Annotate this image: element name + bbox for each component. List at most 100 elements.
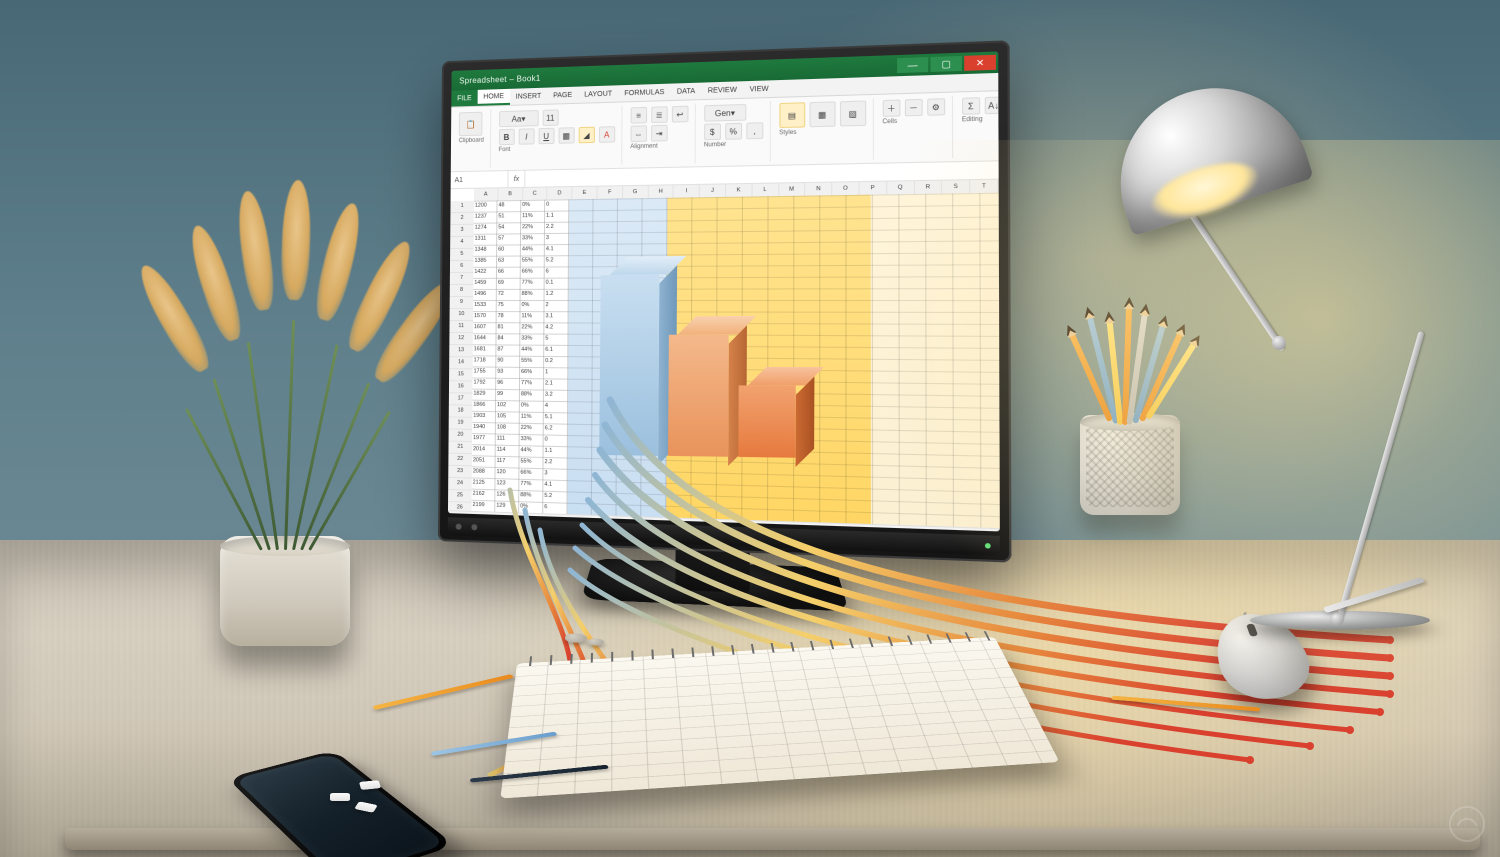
cell[interactable]: 117 (496, 456, 520, 468)
cell[interactable]: 88% (521, 289, 545, 300)
percent-icon[interactable]: % (725, 123, 742, 140)
ribbon-tab-formulas[interactable]: FORMULAS (618, 84, 670, 102)
cell[interactable]: 3.2 (544, 390, 568, 402)
italic-icon[interactable]: I (518, 128, 534, 144)
name-box[interactable]: A1 (451, 171, 509, 188)
cell[interactable]: 69 (497, 278, 521, 289)
cell[interactable]: 90 (496, 356, 520, 367)
cell[interactable]: 96 (496, 378, 520, 389)
cell[interactable]: 1829 (472, 389, 496, 400)
ribbon-tab-review[interactable]: REVIEW (701, 81, 743, 99)
column-header[interactable]: B (498, 188, 523, 200)
cell[interactable]: 0.1 (545, 278, 569, 289)
column-header[interactable]: L (752, 184, 779, 197)
cell[interactable]: 3.1 (544, 311, 568, 322)
cell[interactable]: 66% (519, 468, 543, 480)
cell[interactable]: 33% (520, 333, 544, 344)
cell[interactable]: 1.1 (545, 210, 569, 221)
cell[interactable]: 4.1 (545, 244, 569, 255)
cell[interactable]: 111 (496, 433, 520, 445)
window-maximize-button[interactable]: ▢ (930, 56, 962, 72)
cell[interactable]: 1.1 (544, 446, 568, 458)
cell[interactable]: 48 (497, 200, 521, 211)
cell[interactable]: 1459 (473, 278, 497, 289)
row-header[interactable]: 1 (450, 201, 473, 213)
cell[interactable]: 84 (496, 333, 520, 344)
cell[interactable]: 22% (520, 322, 544, 333)
cell[interactable]: 2.2 (545, 222, 569, 233)
column-header[interactable]: G (623, 186, 649, 199)
autosum-icon[interactable]: Σ (962, 97, 980, 115)
row-header[interactable]: 4 (450, 237, 474, 249)
cell[interactable]: 5.2 (545, 255, 569, 266)
cell[interactable]: 6.2 (544, 423, 568, 435)
row-header[interactable]: 23 (448, 466, 472, 479)
cell[interactable]: 44% (520, 445, 544, 457)
cell[interactable]: 2.1 (544, 378, 568, 390)
cell[interactable]: 66% (520, 367, 544, 378)
column-header[interactable]: N (806, 183, 833, 196)
cell[interactable]: 1533 (473, 300, 497, 311)
cell[interactable]: 0% (521, 200, 545, 211)
merge-icon[interactable]: ⇔ (630, 125, 647, 142)
cell[interactable]: 81 (497, 322, 521, 333)
cell[interactable]: 87 (496, 344, 520, 355)
ribbon-tab-layout[interactable]: LAYOUT (578, 85, 618, 102)
cell[interactable]: 11% (520, 412, 544, 424)
row-header[interactable]: 22 (448, 454, 472, 467)
cell[interactable]: 63 (497, 256, 521, 267)
cell[interactable]: 108 (496, 422, 520, 434)
currency-icon[interactable]: $ (704, 123, 721, 140)
align-left-icon[interactable]: ≡ (630, 107, 647, 124)
cell[interactable]: 55% (521, 255, 545, 266)
row-header[interactable]: 13 (449, 345, 473, 357)
ribbon-tab-view[interactable]: VIEW (743, 80, 775, 98)
cell[interactable]: 66 (497, 267, 521, 278)
column-header[interactable]: P (860, 182, 887, 195)
comma-icon[interactable]: , (746, 122, 763, 139)
sort-filter-icon[interactable]: A↓ (984, 97, 1000, 115)
cell[interactable]: 6 (545, 266, 569, 277)
row-header[interactable]: 10 (450, 309, 474, 321)
row-header[interactable]: 20 (449, 429, 473, 442)
cell[interactable]: 77% (521, 278, 545, 289)
format-table-icon[interactable]: ▦ (809, 101, 835, 127)
insert-cells-icon[interactable]: ＋ (882, 99, 900, 116)
cell[interactable]: 102 (496, 400, 520, 412)
cell[interactable]: 3 (543, 468, 567, 480)
column-header[interactable]: H (648, 185, 674, 198)
delete-cells-icon[interactable]: － (905, 99, 923, 117)
cell[interactable]: 55% (520, 356, 544, 367)
file-tab[interactable]: FILE (451, 90, 477, 107)
cell[interactable]: 54 (497, 222, 521, 233)
row-header[interactable]: 19 (449, 417, 473, 430)
cell[interactable]: 88% (519, 490, 543, 502)
cell[interactable]: 1718 (473, 355, 497, 366)
column-header[interactable]: E (572, 187, 597, 200)
cell[interactable]: 5.1 (544, 412, 568, 424)
cell[interactable]: 44% (521, 244, 545, 255)
cell[interactable]: 55% (519, 456, 543, 468)
cell[interactable]: 120 (495, 467, 519, 479)
column-header[interactable]: R (915, 181, 943, 194)
conditional-format-icon[interactable]: ▤ (779, 102, 805, 128)
cell[interactable]: 0% (520, 300, 544, 311)
cell[interactable]: 2014 (472, 444, 496, 456)
cell[interactable]: 57 (497, 233, 521, 244)
cell[interactable]: 88% (520, 389, 544, 401)
cell[interactable]: 4 (544, 401, 568, 413)
cell[interactable]: 0 (544, 434, 568, 446)
cell[interactable]: 2.2 (543, 457, 567, 469)
row-header[interactable]: 5 (450, 249, 474, 261)
cell[interactable]: 1977 (472, 433, 496, 445)
cell[interactable]: 93 (496, 367, 520, 378)
cell[interactable]: 72 (497, 289, 521, 300)
cell[interactable]: 1570 (473, 311, 497, 322)
fx-icon[interactable]: fx (508, 171, 525, 187)
row-header[interactable]: 8 (450, 285, 474, 297)
cell[interactable]: 1940 (472, 422, 496, 434)
column-header[interactable]: F (598, 186, 623, 199)
row-header[interactable]: 12 (449, 333, 473, 345)
row-header[interactable]: 6 (450, 261, 474, 273)
fill-color-icon[interactable]: ◢ (578, 127, 594, 144)
